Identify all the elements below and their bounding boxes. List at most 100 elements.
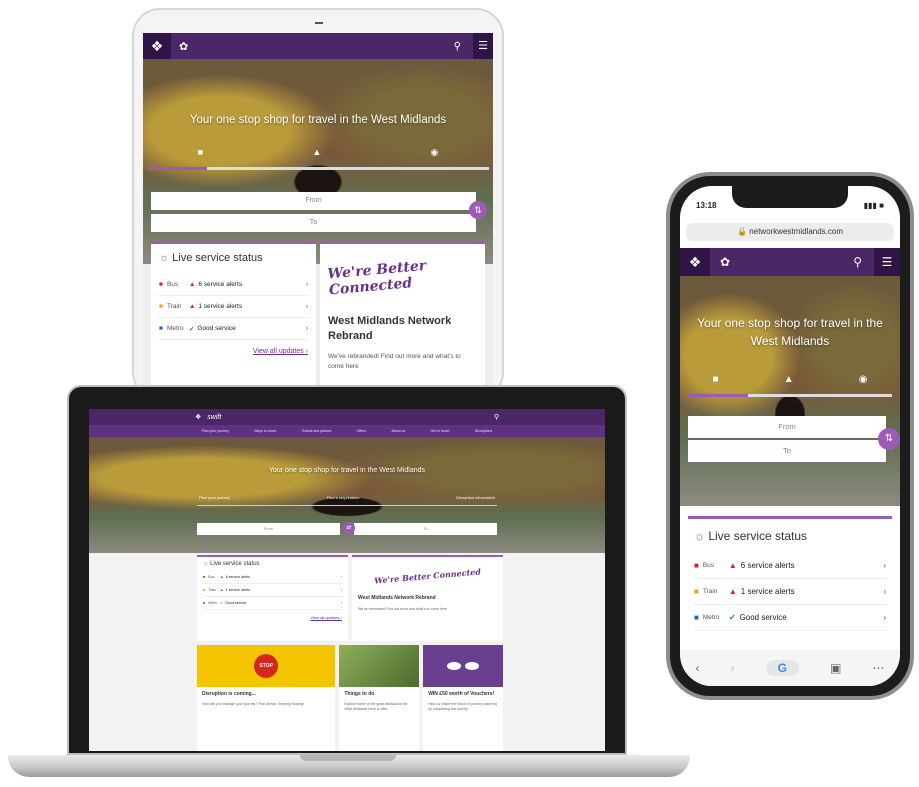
menu-item[interactable]: Plan your journey [202, 429, 229, 433]
bus-icon: ■ [159, 281, 163, 288]
swift-icon[interactable]: ✿ [179, 40, 188, 53]
menu-item[interactable]: Ways to travel [254, 429, 276, 433]
status-row-train[interactable]: ■ Train ▲ 1 service alerts › [694, 579, 886, 605]
tab-disruption[interactable]: Disruption information [456, 495, 495, 500]
view-all-updates-link[interactable]: View all updates › [203, 615, 343, 620]
tile-sub: Help us shape the future of journey plan… [428, 702, 497, 711]
live-status-card: ☼ Live service status ■ Bus ▲ 6 service … [151, 241, 316, 402]
swap-icon[interactable]: ⇅ [878, 428, 900, 450]
laptop-base [8, 755, 690, 777]
tab-indicator [197, 505, 497, 506]
tabs-icon[interactable]: ▣ [830, 661, 841, 675]
disruption-icon[interactable]: ◉ [430, 147, 438, 158]
status-row-bus[interactable]: ■ Bus ▲ 6 service alerts › [159, 274, 308, 296]
promo-tile-vouchers[interactable]: WIN £50 worth of Vouchers! Help us shape… [423, 645, 504, 751]
laptop-cards: ☼ Live service status ■ Bus ▲ 6 service … [197, 555, 503, 641]
status-row-metro[interactable]: ■ Metro ✔ Good service › [159, 318, 308, 340]
news-title[interactable]: West Midlands Network Rebrand [328, 314, 477, 344]
chevron-right-icon: › [340, 588, 342, 592]
laptop-device: ❖ swift ⚲ Plan your journey Ways to trav… [67, 385, 627, 755]
nwm-logo-icon[interactable]: ❖ [680, 248, 710, 276]
disruption-icon[interactable]: ◉ [859, 374, 868, 385]
stop-sign-image: STOP [197, 645, 336, 687]
more-icon[interactable]: ⋯ [872, 661, 884, 675]
menu-item[interactable]: Get in touch [431, 429, 450, 433]
check-icon: ✔ [220, 601, 224, 605]
from-field[interactable]: From [688, 416, 886, 438]
swap-icon[interactable]: ⇅ [469, 201, 487, 219]
menu-item[interactable]: Offers [357, 429, 366, 433]
laptop-nav-bar: ❖ swift ⚲ [89, 409, 605, 425]
chevron-right-icon: › [883, 587, 886, 596]
metro-icon: ■ [159, 325, 163, 332]
stop-station-icon[interactable]: ▲ [312, 147, 321, 158]
swap-icon[interactable]: ⇄ [343, 522, 355, 534]
search-icon[interactable]: ⚲ [853, 255, 862, 269]
to-field[interactable]: To [151, 214, 476, 232]
back-icon[interactable]: ‹ [696, 661, 700, 675]
warning-icon: ▲ [188, 303, 196, 310]
brand-script: We're Better Connected [326, 257, 427, 299]
check-icon: ✔ [188, 325, 195, 333]
url-bar[interactable]: 🔒 networkwestmidlands.com [686, 223, 894, 241]
browser-toolbar: ‹ › G ▣ ⋯ [680, 650, 900, 686]
status-bar: 13:18 ▮▮▮ ■ [696, 201, 884, 210]
live-status-title: ☼ Live service status [159, 252, 263, 264]
chevron-right-icon: › [883, 561, 886, 570]
journey-planner-icon[interactable]: ■ [713, 374, 719, 385]
status-row-bus[interactable]: ■ Bus ▲ 6 service alerts › [203, 571, 342, 584]
search-icon[interactable]: ⚲ [454, 41, 461, 52]
warning-icon: ▲ [220, 575, 224, 579]
brand-script: We're Better Connected [373, 566, 482, 586]
promo-tile-things[interactable]: Things to do Explore some of the great a… [339, 645, 420, 751]
menu-item[interactable]: Tickets and passes [302, 429, 332, 433]
train-icon: ■ [159, 303, 163, 310]
search-icon[interactable]: ⚲ [494, 413, 499, 421]
forward-icon[interactable]: › [731, 661, 735, 675]
rebrand-card[interactable]: We're Better Connected West Midlands Net… [320, 241, 485, 402]
laptop-content: ☼ Live service status ■ Bus ▲ 6 service … [197, 555, 504, 751]
promo-tile-disruption[interactable]: STOP Disruption is coming... How will yo… [197, 645, 336, 751]
status-row-metro[interactable]: ■ Metro ✔ Good service › [694, 605, 886, 631]
news-title[interactable]: West Midlands Network Rebrand [358, 595, 497, 601]
phone-screen: 13:18 ▮▮▮ ■ 🔒 networkwestmidlands.com ❖ … [680, 186, 900, 686]
tab-find-stop[interactable]: Find a stop/station [327, 495, 360, 500]
menu-icon[interactable]: ☰ [874, 248, 900, 276]
metro-icon: ■ [203, 601, 206, 605]
menu-item[interactable]: About us [391, 429, 405, 433]
tab-plan-journey[interactable]: Plan your journey [199, 495, 230, 500]
swift-icon[interactable]: ✿ [720, 255, 730, 269]
status-row-bus[interactable]: ■ Bus ▲ 6 service alerts › [694, 553, 886, 579]
to-field[interactable]: To [354, 523, 497, 535]
view-all-updates-link[interactable]: View all updates › [159, 348, 308, 355]
train-icon: ■ [694, 587, 699, 596]
tablet-device: ❖ ✿ ⚲ ☰ Your one stop shop for travel in… [132, 8, 504, 402]
rebrand-card[interactable]: We're Better Connected West Midlands Net… [352, 555, 503, 641]
menu-icon[interactable]: ☰ [473, 33, 493, 59]
chevron-right-icon: › [340, 575, 342, 579]
vouchers-image [423, 645, 504, 687]
from-field[interactable]: From [151, 192, 476, 210]
live-status-title: ☼ Live service status [203, 561, 260, 567]
stop-sign-icon: STOP [254, 654, 279, 678]
url-text: networkwestmidlands.com [749, 227, 843, 236]
stop-station-icon[interactable]: ▲ [784, 374, 794, 385]
rainbow-icon: ☼ [694, 529, 709, 543]
status-row-train[interactable]: ■ Train ▲ 1 service alerts › [203, 584, 342, 597]
speech-bubble-icon [465, 662, 480, 670]
nwm-logo-icon[interactable]: ❖ [143, 33, 171, 59]
swift-brand[interactable]: swift [207, 414, 221, 421]
tablet-nav-bar: ❖ ✿ ⚲ ☰ [143, 33, 493, 59]
menu-item[interactable]: Disruptions [475, 429, 493, 433]
tile-sub: How will you manage your journey? Plan a… [202, 702, 304, 706]
from-field[interactable]: From [197, 523, 340, 535]
to-field[interactable]: To [688, 440, 886, 462]
status-row-metro[interactable]: ■ Metro ✔ Good service › [203, 597, 342, 610]
tablet-camera [315, 22, 323, 24]
google-icon[interactable]: G [765, 660, 799, 676]
journey-planner-icon[interactable]: ■ [198, 147, 203, 158]
nwm-logo-icon[interactable]: ❖ [195, 413, 201, 421]
tablet-screen: ❖ ✿ ⚲ ☰ Your one stop shop for travel in… [143, 33, 493, 402]
status-row-train[interactable]: ■ Train ▲ 1 service alerts › [159, 296, 308, 318]
journey-tab-icons: ■ ▲ ◉ [143, 147, 493, 158]
